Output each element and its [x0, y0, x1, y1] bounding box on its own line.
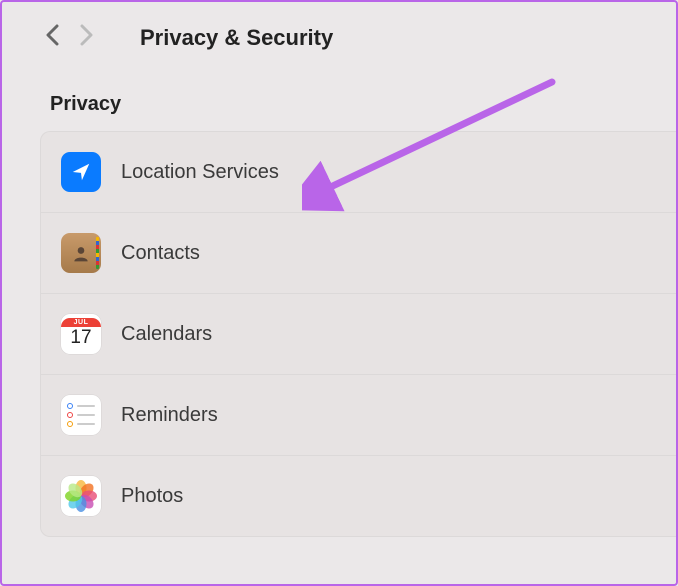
photos-icon [61, 476, 101, 516]
list-item-label: Photos [121, 485, 183, 508]
calendar-day: 17 [70, 327, 91, 350]
list-item-label: Reminders [121, 404, 218, 427]
header: Privacy & Security [2, 2, 676, 63]
list-item-label: Calendars [121, 323, 212, 346]
calendar-icon: JUL 17 [61, 314, 101, 354]
calendar-month: JUL [61, 318, 101, 327]
chevron-left-icon [45, 24, 59, 46]
privacy-list: Location Services Contacts JUL 17 Calend… [40, 131, 676, 537]
list-item-photos[interactable]: Photos [41, 456, 676, 536]
back-button[interactable] [42, 22, 62, 53]
page-title: Privacy & Security [140, 25, 333, 51]
list-item-location-services[interactable]: Location Services [41, 132, 676, 213]
contacts-icon [61, 233, 101, 273]
forward-button[interactable] [77, 22, 97, 53]
list-item-contacts[interactable]: Contacts [41, 213, 676, 294]
list-item-label: Contacts [121, 242, 200, 265]
chevron-right-icon [80, 24, 94, 46]
reminders-icon [61, 395, 101, 435]
list-item-reminders[interactable]: Reminders [41, 375, 676, 456]
section-label: Privacy [2, 63, 676, 131]
list-item-label: Location Services [121, 161, 279, 184]
list-item-calendars[interactable]: JUL 17 Calendars [41, 294, 676, 375]
location-icon [61, 152, 101, 192]
